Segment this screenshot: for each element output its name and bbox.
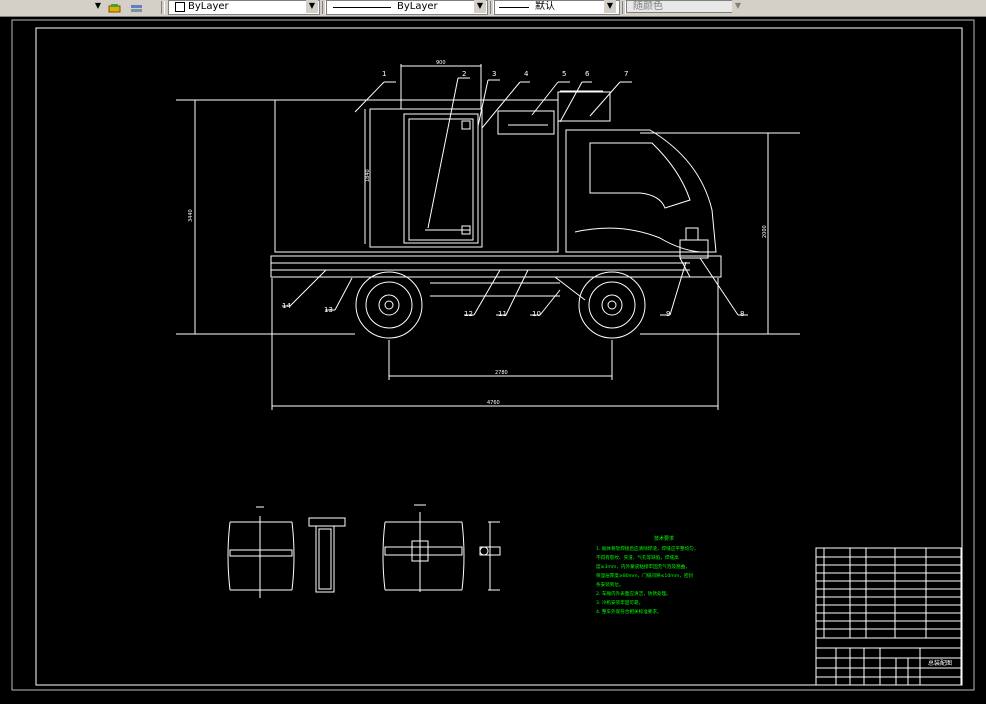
dim-cab-height: 2000	[762, 225, 768, 238]
plotstyle-dropdown-arrow[interactable]: ▼	[732, 0, 744, 13]
plotstyle-value: 随颜色	[633, 1, 663, 12]
notes-title: 技术要求	[654, 535, 674, 542]
linetype-sample	[333, 7, 391, 8]
color-value: ByLayer	[188, 1, 229, 12]
drawing-canvas[interactable]: 1 2 3 4 5 6 7 8 9 10 11 12 13 14 4760 27…	[0, 16, 986, 700]
callout-12: 12	[464, 310, 473, 318]
linetype-value: ByLayer	[397, 1, 438, 12]
chassis-frame	[270, 255, 722, 301]
front-wheel	[578, 271, 646, 339]
callout-3: 3	[492, 70, 496, 78]
linetype-control[interactable]: ByLayer	[326, 0, 488, 15]
sheet-border-inner	[35, 27, 963, 686]
dim-wheelbase: 2780	[495, 370, 508, 376]
rear-wheel	[355, 271, 423, 339]
lineweight-control[interactable]: 默认	[494, 0, 620, 15]
vertical-scrollbar[interactable]	[967, 0, 986, 16]
callout-14: 14	[282, 302, 291, 310]
layer-state-icon[interactable]	[108, 0, 122, 13]
callout-13: 13	[324, 306, 333, 314]
section-detail-c	[382, 504, 465, 592]
color-control[interactable]: ByLayer	[168, 0, 320, 15]
properties-toolbar: ▼ ByLayer ▼ ByLayer ▼ 默认 ▼ 随颜色 ▼	[0, 0, 986, 17]
note-line: 条安装到位。	[596, 581, 624, 588]
truck-cab	[565, 129, 717, 259]
callout-leaders	[282, 77, 748, 316]
title-block-texts: 总装配图	[928, 659, 952, 667]
note-line: 4. 整车外观符合相关标准要求。	[596, 608, 662, 615]
callout-11: 11	[498, 310, 507, 318]
layer-dropdown-arrow[interactable]: ▼	[92, 0, 104, 13]
dim-overall-height: 3440	[188, 209, 194, 222]
lineweight-dropdown-arrow[interactable]: ▼	[604, 0, 616, 13]
callout-7: 7	[624, 70, 628, 78]
section-detail-a	[227, 506, 295, 598]
callout-8: 8	[740, 310, 744, 318]
section-detail-d	[479, 521, 501, 591]
plotstyle-control[interactable]: 随颜色	[626, 0, 744, 13]
drawing-title: 总装配图	[928, 659, 952, 667]
dim-door-height: 1840	[365, 169, 371, 182]
cargo-box	[274, 64, 559, 253]
dim-door-width: 900	[436, 60, 446, 66]
dimension-lines	[176, 99, 800, 410]
lineweight-value: 默认	[535, 1, 555, 12]
callout-6: 6	[585, 70, 590, 78]
dim-overall-length: 4760	[487, 400, 500, 406]
note-line: 1. 厢体骨架焊接后应清除焊渣，焊缝应平整均匀，	[596, 545, 698, 552]
callout-9: 9	[666, 310, 670, 318]
callout-1: 1	[382, 70, 386, 78]
callout-5: 5	[562, 70, 566, 78]
note-line: 保温层厚度≥80mm，门缝间隙≤10mm，密封	[596, 572, 693, 579]
callout-2: 2	[462, 70, 466, 78]
lineweight-sample	[499, 7, 529, 8]
section-detail-b	[308, 517, 346, 593]
callout-numbers: 1 2 3 4 5 6 7 8 9 10 11 12 13 14	[282, 70, 744, 318]
model-space: 1 2 3 4 5 6 7 8 9 10 11 12 13 14 4760 27…	[11, 19, 975, 691]
linetype-dropdown-arrow[interactable]: ▼	[474, 0, 486, 13]
note-line: 3. 冷机安装牢固可靠。	[596, 599, 643, 606]
color-swatch	[175, 2, 185, 12]
note-line: 不得有裂纹、夹渣、气孔等缺陷，焊缝高	[596, 554, 679, 561]
callout-4: 4	[524, 70, 529, 78]
note-line: 2. 车厢内外表面应清洁，防锈处理。	[596, 590, 671, 597]
technical-notes: 技术要求 1. 厢体骨架焊接后应清除焊渣，焊缝应平整均匀， 不得有裂纹、夹渣、气…	[596, 535, 698, 615]
color-dropdown-arrow[interactable]: ▼	[306, 0, 318, 13]
callout-10: 10	[532, 310, 541, 318]
layer-manager-icon[interactable]	[130, 0, 144, 12]
note-line: 度≥3mm，内外蒙皮粘接牢固无气泡及翘曲，	[596, 563, 690, 570]
toolbar-separator	[161, 1, 165, 14]
